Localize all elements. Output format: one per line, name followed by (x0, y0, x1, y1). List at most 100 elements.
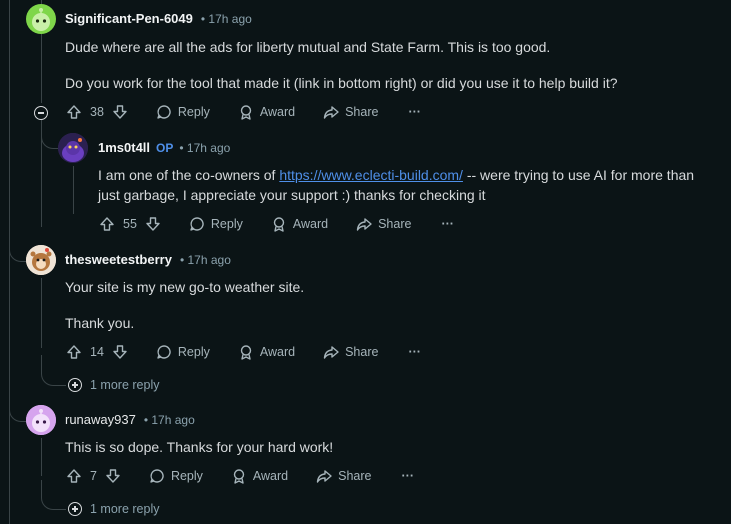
downvote-icon[interactable] (145, 216, 161, 232)
username[interactable]: runaway937 (65, 412, 136, 427)
award-button[interactable]: Award (231, 468, 288, 484)
upvote-icon[interactable] (66, 468, 82, 484)
reply-button[interactable]: Reply (156, 344, 210, 360)
award-label: Award (292, 217, 329, 231)
thread-line (41, 278, 42, 348)
comment-actions: 38 Reply Award Share ··· (66, 104, 421, 120)
share-label: Share (345, 105, 379, 119)
comment-body: I am one of the co-owners of https://www… (98, 165, 718, 205)
vote-group: 38 (66, 104, 128, 120)
thread-line (41, 438, 42, 476)
reply-label: Reply (170, 469, 203, 483)
more-replies-label: 1 more reply (90, 502, 160, 516)
comment-body-line: Your site is my new go-to weather site. (65, 279, 305, 295)
speech-bubble-icon (149, 468, 165, 484)
speech-bubble-icon (156, 104, 172, 120)
downvote-icon[interactable] (112, 104, 128, 120)
thread-connector (41, 480, 66, 510)
op-badge: OP (156, 140, 174, 155)
vote-count: 38 (90, 105, 104, 119)
thread-connector (9, 225, 26, 262)
more-replies-button[interactable]: 1 more reply (68, 502, 159, 516)
reply-button[interactable]: Reply (156, 104, 210, 120)
award-button[interactable]: Award (271, 216, 328, 232)
comment-text: I am one of the co-owners of (98, 167, 280, 183)
username[interactable]: 1ms0t4ll (98, 140, 150, 155)
comment-header: runaway937 • 17h ago (65, 412, 195, 427)
award-label: Award (252, 469, 289, 483)
share-icon (356, 216, 372, 232)
share-label: Share (378, 217, 412, 231)
upvote-icon[interactable] (66, 344, 82, 360)
avatar[interactable] (26, 4, 56, 34)
comment-header: thesweetestberry • 17h ago (65, 252, 231, 267)
comment-body-line: Do you work for the tool that made it (l… (65, 75, 618, 91)
vote-count: 55 (123, 217, 137, 231)
comment-body-line: Dude where are all the ads for liberty m… (65, 39, 551, 55)
vote-count: 14 (90, 345, 104, 359)
thread-connector (9, 385, 26, 422)
award-button[interactable]: Award (238, 344, 295, 360)
downvote-icon[interactable] (105, 468, 121, 484)
reply-label: Reply (177, 345, 210, 359)
reply-label: Reply (177, 105, 210, 119)
share-label: Share (338, 469, 372, 483)
reply-button[interactable]: Reply (189, 216, 243, 232)
vote-group: 55 (99, 216, 161, 232)
comment-header: Significant-Pen-6049 • 17h ago (65, 11, 252, 26)
speech-bubble-icon (189, 216, 205, 232)
more-replies-button[interactable]: 1 more reply (68, 378, 159, 392)
more-options-button[interactable]: ··· (402, 469, 415, 483)
website-link[interactable]: https://www.eclecti-build.com/ (279, 167, 463, 183)
award-button[interactable]: Award (238, 104, 295, 120)
vote-group: 14 (66, 344, 128, 360)
upvote-icon[interactable] (66, 104, 82, 120)
comment-body-line: This is so dope. Thanks for your hard wo… (65, 439, 334, 455)
share-label: Share (345, 345, 379, 359)
timestamp: • 17h ago (179, 140, 231, 155)
thread-line (9, 0, 10, 524)
expand-icon (68, 502, 82, 516)
comment-body-line: Thank you. (65, 315, 135, 331)
award-icon (238, 344, 254, 360)
thread-connector (41, 120, 58, 149)
thread-connector (41, 355, 66, 386)
username[interactable]: thesweetestberry (65, 252, 172, 267)
vote-group: 7 (66, 468, 121, 484)
more-options-button[interactable]: ··· (408, 345, 421, 359)
avatar[interactable] (26, 405, 56, 435)
share-button[interactable]: Share (323, 104, 378, 120)
speech-bubble-icon (156, 344, 172, 360)
share-button[interactable]: Share (316, 468, 372, 484)
share-icon (323, 104, 339, 120)
thread-line (73, 166, 74, 214)
more-replies-label: 1 more reply (90, 378, 160, 392)
timestamp: • 17h ago (179, 252, 231, 267)
share-button[interactable]: Share (323, 344, 378, 360)
reply-button[interactable]: Reply (149, 468, 203, 484)
comment-actions: 55 Reply Award Share ··· (99, 216, 454, 232)
downvote-icon[interactable] (112, 344, 128, 360)
award-label: Award (259, 105, 296, 119)
reply-label: Reply (210, 217, 243, 231)
upvote-icon[interactable] (99, 216, 115, 232)
comment-actions: 7 Reply Award Share ··· (66, 468, 414, 484)
share-icon (316, 468, 332, 484)
avatar[interactable] (58, 133, 88, 163)
timestamp: • 17h ago (143, 412, 195, 427)
award-icon (231, 468, 247, 484)
avatar[interactable] (26, 245, 56, 275)
expand-icon (68, 378, 82, 392)
username[interactable]: Significant-Pen-6049 (65, 11, 193, 26)
share-icon (323, 344, 339, 360)
award-icon (271, 216, 287, 232)
timestamp: • 17h ago (200, 11, 252, 26)
comment-header: 1ms0t4ll OP • 17h ago (98, 140, 230, 155)
vote-count: 7 (90, 469, 97, 483)
more-options-button[interactable]: ··· (408, 105, 421, 119)
collapse-icon[interactable] (34, 106, 48, 120)
award-label: Award (259, 345, 296, 359)
share-button[interactable]: Share (356, 216, 411, 232)
award-icon (238, 104, 254, 120)
more-options-button[interactable]: ··· (441, 217, 454, 231)
